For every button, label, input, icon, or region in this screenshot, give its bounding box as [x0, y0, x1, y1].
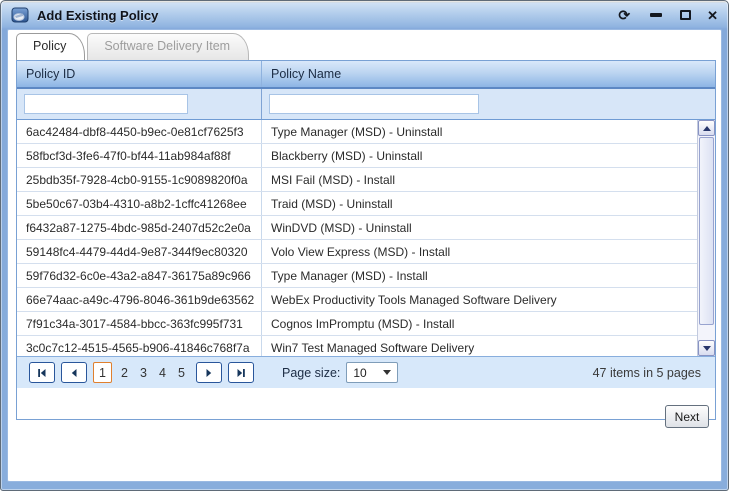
page-number-link[interactable]: 5 — [173, 366, 190, 380]
first-page-icon — [37, 368, 47, 378]
policy-name-cell: Win7 Test Managed Software Delivery — [261, 336, 697, 356]
arrow-up-icon — [703, 126, 711, 131]
filter-row — [17, 89, 715, 120]
table-row[interactable]: 7f91c34a-3017-4584-bbcc-363fc995f731 Cog… — [17, 312, 697, 336]
page-number-link[interactable]: 3 — [135, 366, 152, 380]
table-row[interactable]: 5be50c67-03b4-4310-a8b2-1cffc41268ee Tra… — [17, 192, 697, 216]
policy-id-cell: 7f91c34a-3017-4584-bbcc-363fc995f731 — [17, 312, 261, 335]
policy-id-cell: 5be50c67-03b4-4310-a8b2-1cffc41268ee — [17, 192, 261, 215]
policy-name-cell: Cognos ImPromptu (MSD) - Install — [261, 312, 697, 335]
page-size-label: Page size: — [282, 366, 340, 380]
scrollbar-track[interactable] — [699, 136, 714, 340]
scroll-up-button[interactable] — [698, 120, 715, 136]
scroll-down-button[interactable] — [698, 340, 715, 356]
table-row[interactable]: 6ac42484-dbf8-4450-b9ec-0e81cf7625f3 Typ… — [17, 120, 697, 144]
policy-id-cell: 6ac42484-dbf8-4450-b9ec-0e81cf7625f3 — [17, 120, 261, 143]
filter-cell-policy-name — [261, 89, 715, 119]
page-size-dropdown[interactable]: 10 — [346, 362, 398, 383]
refresh-icon[interactable]: ⟳ — [618, 8, 630, 22]
next-page-button[interactable] — [196, 362, 222, 383]
table-row[interactable]: 3c0c7c12-4515-4565-b906-41846c768f7a Win… — [17, 336, 697, 356]
last-page-button[interactable] — [228, 362, 254, 383]
filter-cell-policy-id — [17, 94, 261, 114]
tab-software-delivery-item[interactable]: Software Delivery Item — [87, 33, 249, 60]
app-icon — [11, 7, 29, 23]
tab-policy-label: Policy — [33, 39, 66, 53]
tab-strip: Policy Software Delivery Item — [16, 32, 249, 60]
policy-name-cell: Type Manager (MSD) - Uninstall — [261, 120, 697, 143]
policy-id-cell: 58fbcf3d-3fe6-47f0-bf44-11ab984af88f — [17, 144, 261, 167]
page-number-current[interactable]: 1 — [93, 362, 112, 383]
column-header-policy-name[interactable]: Policy Name — [261, 61, 715, 87]
table-row[interactable]: 25bdb35f-7928-4cb0-9155-1c9089820f0a MSI… — [17, 168, 697, 192]
arrow-down-icon — [703, 346, 711, 351]
policy-id-cell: f6432a87-1275-4bdc-985d-2407d52c2e0a — [17, 216, 261, 239]
policy-name-cell: MSI Fail (MSD) - Install — [261, 168, 697, 191]
policy-name-cell: Volo View Express (MSD) - Install — [261, 240, 697, 263]
next-button[interactable]: Next — [665, 405, 709, 428]
window-title: Add Existing Policy — [37, 8, 158, 23]
table-row[interactable]: 59148fc4-4479-44d4-9e87-344f9ec80320 Vol… — [17, 240, 697, 264]
pager-bar: 1 2 3 4 5 Page size: — [17, 356, 715, 388]
policy-name-cell: Traid (MSD) - Uninstall — [261, 192, 697, 215]
page-size-value: 10 — [353, 366, 366, 380]
last-page-icon — [236, 368, 246, 378]
grid-rows: 6ac42484-dbf8-4450-b9ec-0e81cf7625f3 Typ… — [17, 120, 697, 356]
maximize-icon[interactable] — [680, 10, 691, 20]
previous-page-button[interactable] — [61, 362, 87, 383]
policy-id-cell: 59148fc4-4479-44d4-9e87-344f9ec80320 — [17, 240, 261, 263]
dialog-content: Policy Software Delivery Item Policy ID … — [7, 29, 722, 482]
chevron-down-icon — [383, 370, 391, 375]
policy-id-cell: 3c0c7c12-4515-4565-b906-41846c768f7a — [17, 336, 261, 356]
table-row[interactable]: 59f76d32-6c0e-43a2-a847-36175a89c966 Typ… — [17, 264, 697, 288]
scrollbar-thumb[interactable] — [699, 137, 714, 325]
vertical-scrollbar — [697, 120, 715, 356]
policy-id-cell: 59f76d32-6c0e-43a2-a847-36175a89c966 — [17, 264, 261, 287]
policy-id-filter-input[interactable] — [24, 94, 188, 114]
next-page-icon — [204, 368, 214, 378]
pager-summary: 47 items in 5 pages — [593, 366, 701, 380]
column-header-policy-id[interactable]: Policy ID — [17, 61, 261, 87]
policy-name-cell: WinDVD (MSD) - Uninstall — [261, 216, 697, 239]
tab-policy[interactable]: Policy — [16, 33, 85, 60]
policy-name-cell: Blackberry (MSD) - Uninstall — [261, 144, 697, 167]
policy-name-filter-input[interactable] — [269, 94, 479, 114]
page-number-link[interactable]: 4 — [154, 366, 171, 380]
table-row[interactable]: 66e74aac-a49c-4796-8046-361b9de63562 Web… — [17, 288, 697, 312]
policy-name-cell: Type Manager (MSD) - Install — [261, 264, 697, 287]
policy-id-cell: 25bdb35f-7928-4cb0-9155-1c9089820f0a — [17, 168, 261, 191]
window-controls: ⟳ ✕ — [618, 8, 718, 22]
title-bar: Add Existing Policy ⟳ ✕ — [1, 1, 728, 29]
policy-id-cell: 66e74aac-a49c-4796-8046-361b9de63562 — [17, 288, 261, 311]
minimize-icon[interactable] — [650, 13, 662, 17]
first-page-button[interactable] — [29, 362, 55, 383]
add-existing-policy-dialog: Add Existing Policy ⟳ ✕ Policy Software … — [0, 0, 729, 491]
previous-page-icon — [69, 368, 79, 378]
grid-rows-viewport: 6ac42484-dbf8-4450-b9ec-0e81cf7625f3 Typ… — [17, 120, 715, 356]
page-number-group: 1 2 3 4 5 — [93, 362, 192, 383]
close-icon[interactable]: ✕ — [707, 9, 718, 22]
table-row[interactable]: f6432a87-1275-4bdc-985d-2407d52c2e0a Win… — [17, 216, 697, 240]
tab-software-delivery-item-label: Software Delivery Item — [104, 39, 230, 53]
table-row[interactable]: 58fbcf3d-3fe6-47f0-bf44-11ab984af88f Bla… — [17, 144, 697, 168]
policy-grid: Policy ID Policy Name 6ac42484-dbf8-4450… — [16, 60, 716, 420]
grid-header: Policy ID Policy Name — [17, 61, 715, 89]
page-number-link[interactable]: 2 — [116, 366, 133, 380]
policy-name-cell: WebEx Productivity Tools Managed Softwar… — [261, 288, 697, 311]
